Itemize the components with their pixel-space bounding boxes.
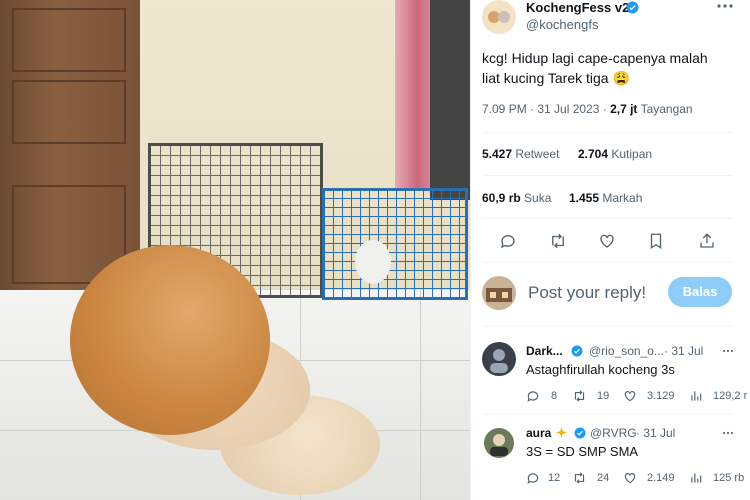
views-count: 2,7 jt [610, 102, 638, 116]
reply-handle[interactable]: @rio_son_o... [589, 344, 664, 358]
blue-cage [322, 188, 468, 300]
reply-count: 8 [551, 390, 558, 402]
like-icon[interactable] [598, 232, 616, 250]
bookmark-count: 1.455 [569, 191, 600, 205]
retweet-count: 19 [597, 390, 610, 402]
reply-avatar[interactable] [482, 342, 516, 376]
author-avatar[interactable] [482, 0, 516, 34]
verified-icon [571, 345, 583, 357]
like-stat[interactable]: 60,9 rb Suka [482, 191, 551, 205]
reply-button[interactable]: Balas [668, 277, 732, 307]
views-icon[interactable] [689, 389, 703, 403]
reply-input[interactable]: Post your reply! [528, 283, 646, 303]
more-icon[interactable] [716, 0, 734, 12]
orange-cat [70, 245, 270, 435]
divider [482, 218, 732, 219]
reply-icon[interactable] [526, 471, 540, 485]
reply-date[interactable]: · 31 Jul [636, 426, 675, 440]
reply-avatar[interactable] [484, 428, 514, 458]
divider [482, 326, 732, 327]
like-count: 60,9 rb [482, 191, 521, 205]
views-label: Tayangan [640, 102, 693, 116]
like-count: 2.149 [647, 472, 675, 484]
like-count: 3.129 [647, 390, 675, 402]
reply-icon[interactable] [499, 232, 517, 250]
reply-header: aura [526, 426, 551, 440]
tweet-photo[interactable] [0, 0, 470, 500]
reply-author-name[interactable]: Dark... [526, 344, 563, 358]
tweet-meta: 7.09 PM · 31 Jul 2023 · 2,7 jt Tayangan [482, 102, 693, 116]
reply-icon[interactable] [526, 389, 540, 403]
views-count: 129,2 r [713, 390, 748, 402]
fridge [430, 0, 470, 200]
quote-count: 2.704 [578, 147, 609, 161]
views-count: 125 rb [713, 472, 745, 484]
retweet-count: 24 [597, 472, 610, 484]
reply-actions: 12 24 2.149 125 rb [526, 471, 748, 487]
views-icon[interactable] [689, 471, 703, 485]
more-icon[interactable] [720, 429, 736, 437]
tweet-text-line2: liat kucing Tarek tiga 😩 [482, 70, 630, 86]
reply-text: Astaghfirullah kocheng 3s [526, 362, 675, 377]
reply-count: 12 [548, 472, 561, 484]
share-icon[interactable] [698, 232, 716, 250]
like-icon[interactable] [623, 471, 637, 485]
tweet-text-line1: kcg! Hidup lagi cape-capenya malah [482, 50, 708, 66]
retweet-icon[interactable] [548, 232, 568, 250]
bookmark-icon[interactable] [648, 232, 664, 250]
author-name[interactable]: KochengFess v2 [526, 0, 629, 15]
retweet-stat[interactable]: 5.427 Retweet [482, 147, 559, 161]
retweet-count: 5.427 [482, 147, 513, 161]
divider [482, 132, 732, 133]
divider [482, 414, 732, 415]
reply-date[interactable]: · 31 Jul [664, 344, 703, 358]
door [0, 0, 140, 295]
reply-author-name[interactable]: aura [526, 426, 551, 440]
user-avatar[interactable] [482, 276, 516, 310]
author-handle[interactable]: @kochengfs [526, 17, 598, 32]
like-icon[interactable] [623, 389, 637, 403]
retweet-label: Retweet [515, 147, 560, 161]
reply-handle[interactable]: @RVRG [590, 426, 637, 440]
quote-label: Kutipan [611, 147, 653, 161]
reply-text: 3S = SD SMP SMA [526, 444, 639, 459]
reply-header: Dark... [526, 344, 563, 358]
verified-icon [574, 427, 586, 439]
bookmark-label: Markah [602, 191, 643, 205]
white-cat [355, 240, 391, 284]
sparkle-icon [555, 426, 568, 439]
reply-actions: 8 19 3.129 129,2 r [526, 389, 748, 405]
retweet-icon[interactable] [572, 389, 587, 403]
quote-stat[interactable]: 2.704 Kutipan [578, 147, 652, 161]
retweet-icon[interactable] [572, 471, 587, 485]
tweet-time[interactable]: 7.09 PM · 31 Jul 2023 · [482, 102, 607, 116]
bookmark-stat[interactable]: 1.455 Markah [569, 191, 642, 205]
divider [482, 262, 732, 263]
like-label: Suka [524, 191, 552, 205]
verified-icon [626, 1, 639, 14]
more-icon[interactable] [720, 347, 736, 355]
divider [482, 175, 732, 176]
